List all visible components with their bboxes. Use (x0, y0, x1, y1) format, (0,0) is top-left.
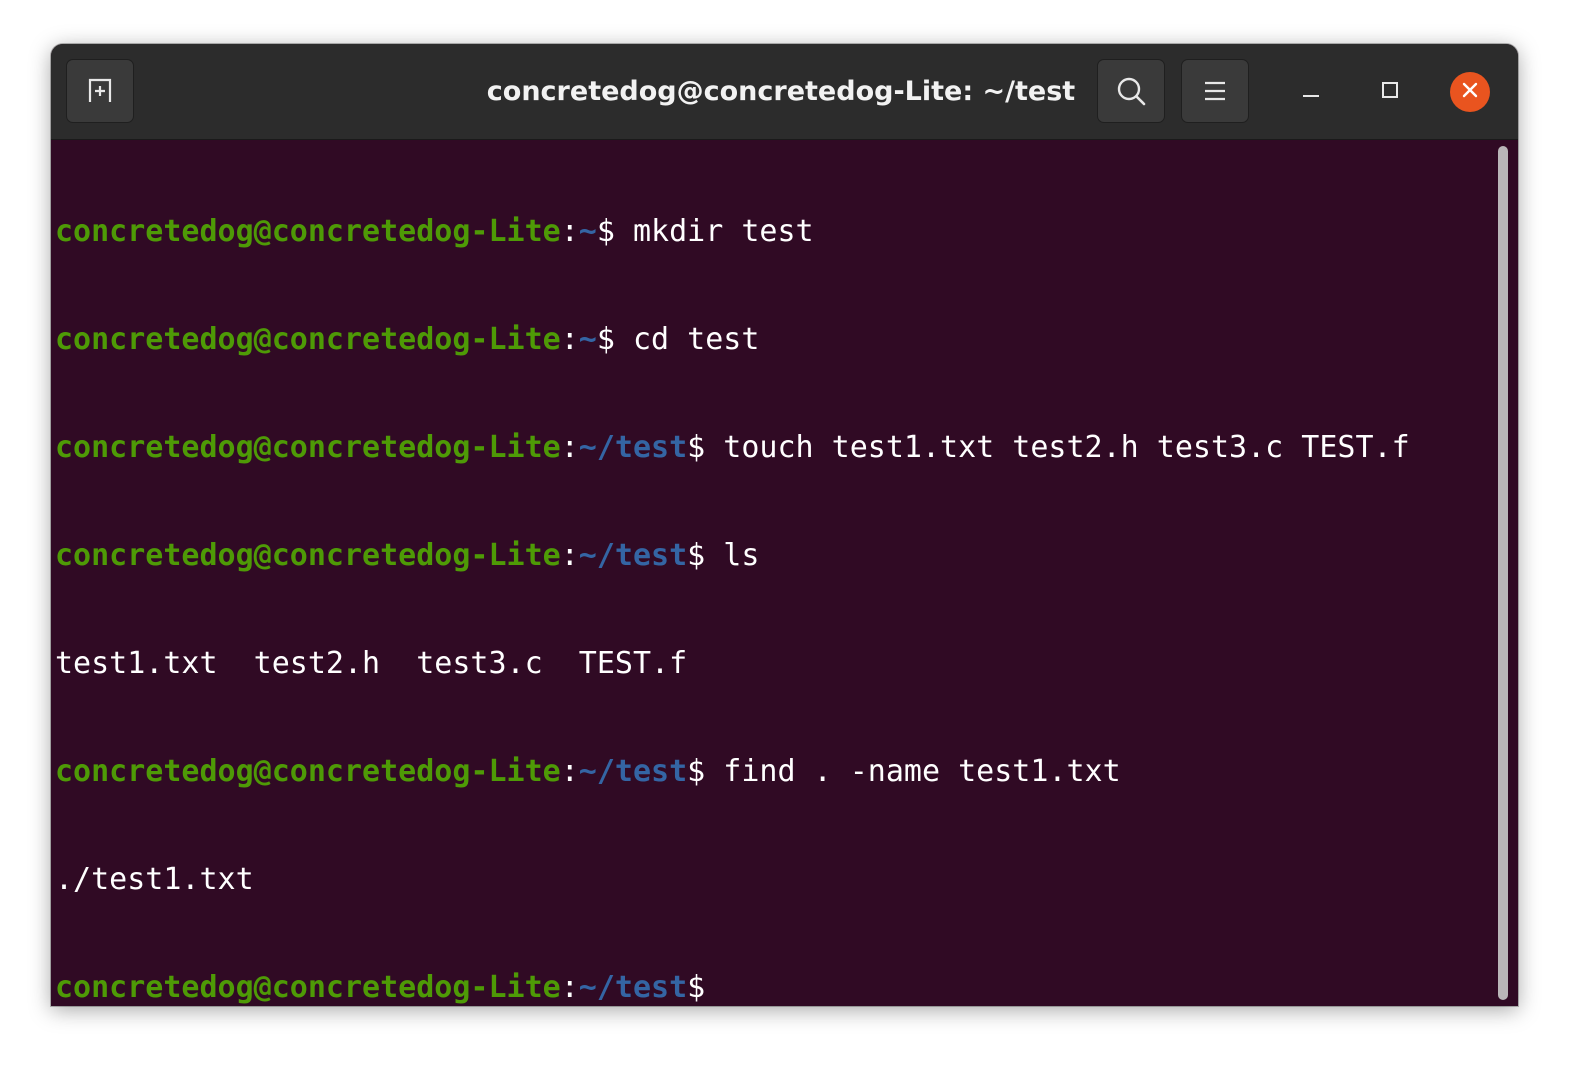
prompt-separator: : (560, 214, 579, 249)
prompt-separator: : (560, 430, 579, 465)
command-text: mkdir test (614, 214, 814, 249)
window-title: concretedog@concretedog-Lite: ~/test (486, 76, 1076, 107)
command-output: ./test1.txt (55, 862, 254, 897)
command-output: test1.txt test2.h test3.c TEST.f (55, 646, 688, 681)
command-text: find . -name test1.txt (705, 754, 1121, 789)
terminal-line: ./test1.txt (55, 862, 1410, 898)
terminal-line: concretedog@concretedog-Lite:~/test$ (55, 970, 1410, 1006)
prompt-path: ~ (578, 322, 597, 357)
prompt-path: ~/test (578, 430, 688, 465)
terminal-line: test1.txt test2.h test3.c TEST.f (55, 646, 1410, 682)
terminal-line: concretedog@concretedog-Lite:~$ cd test (55, 322, 1410, 358)
prompt-separator: : (560, 538, 579, 573)
terminal-line: concretedog@concretedog-Lite:~/test$ ls (55, 538, 1410, 574)
prompt-user: concretedog@concretedog-Lite (55, 430, 561, 465)
terminal-lines: concretedog@concretedog-Lite:~$ mkdir te… (55, 142, 1410, 1006)
minimize-button[interactable] (1291, 72, 1331, 112)
terminal-output-area[interactable]: concretedog@concretedog-Lite:~$ mkdir te… (51, 140, 1518, 1006)
close-icon (1460, 80, 1480, 105)
prompt-path: ~/test (578, 970, 688, 1005)
search-icon (1115, 75, 1147, 107)
prompt-user: concretedog@concretedog-Lite (55, 970, 561, 1005)
terminal-window: concretedog@concretedog-Lite: ~/test con… (51, 44, 1518, 1006)
prompt-path: ~/test (578, 538, 688, 573)
prompt-user: concretedog@concretedog-Lite (55, 754, 561, 789)
prompt-separator: : (560, 754, 579, 789)
terminal-line: concretedog@concretedog-Lite:~/test$ tou… (55, 430, 1410, 466)
prompt-symbol: $ (687, 430, 706, 465)
prompt-path: ~ (578, 214, 597, 249)
prompt-separator: : (560, 322, 579, 357)
command-text: ls (705, 538, 760, 573)
prompt-user: concretedog@concretedog-Lite (55, 538, 561, 573)
vertical-scrollbar[interactable] (1498, 146, 1508, 1000)
close-button[interactable] (1450, 72, 1490, 112)
terminal-line: concretedog@concretedog-Lite:~$ mkdir te… (55, 214, 1410, 250)
title-bar[interactable]: concretedog@concretedog-Lite: ~/test (51, 44, 1518, 140)
hamburger-menu-icon (1201, 79, 1229, 103)
new-tab-icon (84, 75, 116, 107)
prompt-user: concretedog@concretedog-Lite (55, 214, 561, 249)
maximize-icon (1380, 80, 1400, 105)
menu-button[interactable] (1181, 59, 1249, 123)
prompt-symbol: $ (687, 538, 706, 573)
prompt-path: ~/test (578, 754, 688, 789)
new-tab-button[interactable] (66, 59, 134, 123)
prompt-symbol: $ (596, 214, 615, 249)
command-text: touch test1.txt test2.h test3.c TEST.f (705, 430, 1410, 465)
minimize-icon (1301, 80, 1321, 105)
search-button[interactable] (1097, 59, 1165, 123)
prompt-symbol: $ (687, 754, 706, 789)
prompt-separator: : (560, 970, 579, 1005)
prompt-symbol: $ (596, 322, 615, 357)
prompt-symbol: $ (687, 970, 706, 1005)
command-text: cd test (614, 322, 760, 357)
maximize-button[interactable] (1370, 72, 1410, 112)
terminal-line: concretedog@concretedog-Lite:~/test$ fin… (55, 754, 1410, 790)
prompt-user: concretedog@concretedog-Lite (55, 322, 561, 357)
